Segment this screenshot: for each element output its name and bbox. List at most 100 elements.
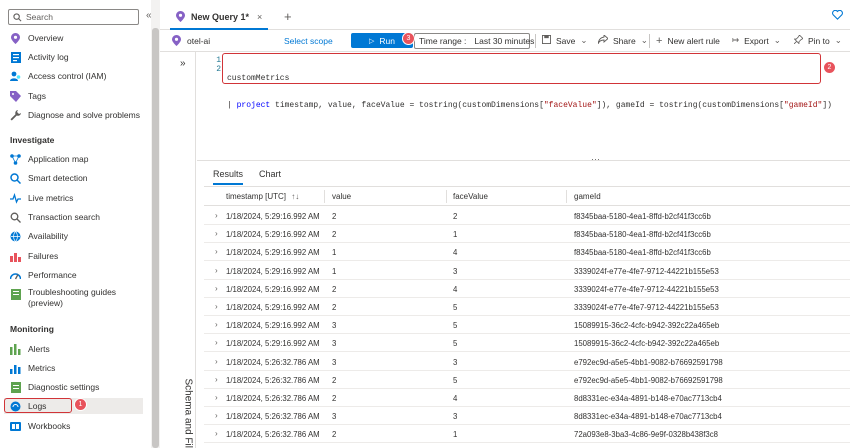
chevron-down-icon: ⌄ [640, 35, 648, 45]
share-button[interactable]: Share ⌄ [597, 34, 648, 46]
new-alert-rule-button[interactable]: + New alert rule [656, 35, 720, 47]
search-input[interactable]: Search [8, 9, 139, 25]
expand-row-icon[interactable]: › [215, 229, 218, 238]
time-range-picker[interactable]: Time range : Last 30 minutes [414, 33, 534, 49]
add-tab-button[interactable]: + [284, 9, 292, 24]
export-icon: ↦ [732, 35, 740, 45]
expand-row-icon[interactable]: › [215, 302, 218, 311]
tab-new-query-1[interactable]: New Query 1* × [170, 5, 269, 30]
table-row[interactable]: › 1/18/2024, 5:29:16.992 AM 2 4 3339024f-e77… [204, 280, 850, 298]
smart-detection-icon [10, 172, 21, 184]
table-row[interactable]: ›1/18/2024, 5:26:32.786 AM1372a093e8-3ba… [204, 444, 850, 448]
sidebar-item-workbooks[interactable]: Workbooks [10, 418, 70, 434]
table-row[interactable]: › 1/18/2024, 5:29:16.992 AM 2 5 3339024f-e77… [204, 298, 850, 316]
expand-row-icon[interactable]: › [215, 429, 218, 438]
scope-selector: otel-ai [172, 35, 210, 46]
table-row[interactable]: › 1/18/2024, 5:29:16.992 AM 2 1 f8345baa-518… [204, 225, 850, 244]
sidebar-item-live-metrics[interactable]: Live metrics [10, 190, 73, 206]
column-divider[interactable] [446, 190, 447, 203]
sidebar-item-diagnostic-settings[interactable]: Diagnostic settings [10, 379, 99, 395]
line-number: 1 [216, 56, 221, 65]
table-cell: 2 [332, 375, 337, 385]
sidebar-item-metrics[interactable]: Metrics [10, 360, 55, 376]
heart-icon[interactable] [832, 9, 843, 22]
export-button[interactable]: ↦ Export ⌄ [732, 35, 781, 46]
select-scope-link[interactable]: Select scope [284, 36, 333, 46]
table-row[interactable]: › 1/18/2024, 5:26:32.786 AM 3 3 e792ec9d-a5e… [204, 353, 850, 371]
alerts-icon [10, 343, 21, 355]
resize-handle-icon[interactable]: ··· [591, 154, 600, 164]
expand-row-icon[interactable]: › [215, 211, 218, 220]
tag-icon [10, 90, 21, 102]
sidebar-item-overview[interactable]: Overview [10, 30, 63, 46]
logs-icon [176, 11, 185, 22]
expand-row-icon[interactable]: › [215, 393, 218, 402]
table-cell: 5 [453, 339, 458, 349]
tab-results[interactable]: Results [213, 169, 244, 185]
expand-row-icon[interactable]: › [215, 411, 218, 420]
sidebar-item-application-map[interactable]: Application map [10, 151, 88, 167]
column-divider[interactable] [566, 190, 567, 203]
column-header-facevalue[interactable]: faceValue [453, 192, 488, 201]
table-row[interactable]: › 1/18/2024, 5:26:32.786 AM 2 5 e792ec9d-a5e… [204, 371, 850, 389]
schema-filter-label: Schema and Filter [182, 378, 194, 448]
expand-row-icon[interactable]: › [215, 247, 218, 256]
column-header-value[interactable]: value [332, 192, 351, 201]
expand-row-icon[interactable]: › [215, 320, 218, 329]
expand-row-icon[interactable]: › [215, 375, 218, 384]
sidebar-item-failures[interactable]: Failures [10, 248, 58, 264]
table-cell: 3 [453, 412, 458, 422]
table-cell: 72a093e8-3ba3-4c86-9e9f-0328b438f3c8 [574, 430, 718, 440]
table-cell: 5 [453, 321, 458, 331]
expand-row-icon[interactable]: › [215, 266, 218, 275]
close-icon[interactable]: × [257, 12, 262, 22]
table-row[interactable]: › 1/18/2024, 5:29:16.992 AM 2 2 f8345baa-518… [204, 207, 850, 225]
sidebar-scroll-thumb[interactable] [152, 28, 159, 448]
sidebar-item-transaction-search[interactable]: Transaction search [10, 209, 100, 225]
overview-icon [10, 32, 21, 44]
table-cell: 1/18/2024, 5:29:16.992 AM [226, 230, 320, 240]
schema-filter-panel[interactable]: » Schema and Filter [175, 52, 196, 448]
sidebar-item-iam[interactable]: Access control (IAM) [10, 68, 106, 84]
sidebar-item-tags[interactable]: Tags [10, 88, 46, 104]
tab-chart[interactable]: Chart [259, 169, 281, 185]
sidebar-item-smart-detection[interactable]: Smart detection [10, 170, 88, 186]
table-row[interactable]: › 1/18/2024, 5:26:32.786 AM 2 4 8d8331ec-e34… [204, 389, 850, 407]
table-cell: 3 [332, 357, 337, 367]
table-row[interactable]: › 1/18/2024, 5:26:32.786 AM 3 3 8d8331ec-e34… [204, 407, 850, 426]
table-row[interactable]: › 1/18/2024, 5:26:32.786 AM 2 1 72a093e8-3ba… [204, 425, 850, 444]
expand-panel-button[interactable]: » [180, 58, 186, 69]
table-row[interactable]: › 1/18/2024, 5:29:16.992 AM 3 5 15089915-36c… [204, 334, 850, 353]
query-toolbar: otel-ai Select scope ▷ Run Time range : … [160, 30, 850, 52]
sidebar-item-troubleshooting-guides[interactable]: Troubleshooting guides (preview) [10, 287, 116, 313]
column-header-timestamp[interactable]: timestamp [UTC] ↑↓ [226, 192, 299, 201]
table-row[interactable]: › 1/18/2024, 5:29:16.992 AM 1 4 f8345baa-518… [204, 243, 850, 262]
sidebar-item-diagnose[interactable]: Diagnose and solve problems [10, 107, 140, 123]
grid-header: timestamp [UTC] ↑↓ value faceValue gameI… [204, 187, 850, 206]
column-divider[interactable] [324, 190, 325, 203]
sidebar-item-label: Transaction search [28, 212, 100, 222]
sidebar-item-activity-log[interactable]: Activity log [10, 49, 69, 65]
run-step-badge: 3 [402, 32, 415, 45]
column-header-gameid[interactable]: gameId [574, 192, 601, 201]
diagnostic-settings-icon [10, 381, 21, 393]
table-row[interactable]: › 1/18/2024, 5:29:16.992 AM 1 3 3339024f-e77… [204, 262, 850, 280]
pin-to-button[interactable]: Pin to ⌄ [793, 34, 842, 46]
expand-row-icon[interactable]: › [215, 284, 218, 293]
editor-results-splitter[interactable] [197, 160, 850, 161]
expand-row-icon[interactable]: › [215, 338, 218, 347]
table-cell: 1/18/2024, 5:26:32.786 AM [226, 430, 320, 440]
sidebar-item-availability[interactable]: Availability [10, 228, 68, 244]
table-row[interactable]: › 1/18/2024, 5:29:16.992 AM 3 5 15089915-36c… [204, 316, 850, 335]
sidebar-item-alerts[interactable]: Alerts [10, 341, 50, 357]
sidebar-item-label: Performance [28, 270, 77, 280]
table-cell: 5 [453, 303, 458, 312]
sidebar-item-label: Metrics [28, 363, 56, 373]
expand-row-icon[interactable]: › [215, 357, 218, 366]
sidebar-item-performance[interactable]: Performance [10, 267, 77, 283]
save-button[interactable]: Save ⌄ [542, 35, 588, 46]
wrench-icon [10, 109, 21, 121]
table-cell: f8345baa-5180-4ea1-8ffd-b2cf41f3cc6b [574, 212, 711, 221]
table-cell: 2 [332, 284, 337, 294]
table-cell: 1/18/2024, 5:29:16.992 AM [226, 303, 320, 312]
